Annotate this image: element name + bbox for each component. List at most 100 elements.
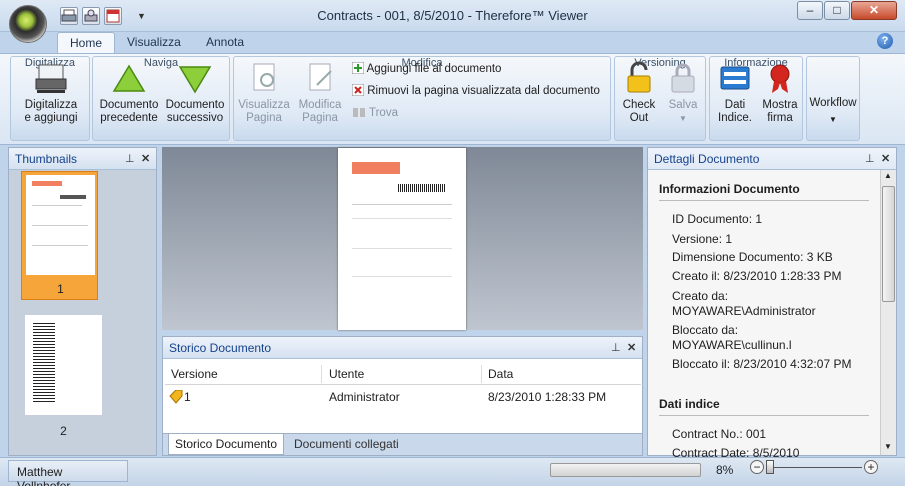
index-contract-no: Contract No.: 001 [672, 427, 767, 441]
zoom-slider-track[interactable] [768, 467, 862, 468]
history-title: Storico Documento [169, 341, 272, 355]
pin-icon[interactable]: ⊥ [611, 341, 621, 354]
table-row[interactable]: 1 Administrator 8/23/2010 1:28:33 PM [165, 387, 641, 407]
index-data-label: Dati Indice. [718, 99, 752, 124]
info-created-on: Creato il: 8/23/2010 1:28:33 PM [672, 269, 842, 283]
index-card-icon [720, 66, 750, 90]
index-heading: Dati indice [659, 397, 720, 411]
edit-page-button[interactable]: Modifica Pagina [292, 61, 348, 125]
thumbnail-2[interactable] [25, 315, 102, 415]
lock-icon [671, 63, 695, 93]
pin-icon[interactable]: ⊥ [125, 152, 135, 165]
window-title: Contracts - 001, 8/5/2010 - Therefore™ V… [317, 8, 588, 23]
next-document-label: Documento successivo [165, 99, 225, 124]
application-menu-orb[interactable] [9, 5, 47, 43]
group-modifica: Visualizza Pagina Modifica Pagina Aggiun… [233, 56, 611, 141]
scrollbar-thumb[interactable] [882, 186, 895, 302]
thumbnails-panel: Thumbnails ⊥ ✕ 1 2 [8, 147, 157, 456]
history-tabs: Storico Documento Documenti collegati [163, 433, 642, 455]
thumbnail-number: 2 [60, 424, 67, 438]
scroll-down-icon[interactable]: ▼ [884, 442, 892, 451]
workflow-dropdown-icon: ▼ [829, 115, 837, 124]
tab-annota[interactable]: Annota [194, 32, 256, 54]
show-signature-label: Mostra firma [762, 99, 798, 124]
tab-history[interactable]: Storico Documento [168, 434, 285, 455]
info-locked-on: Bloccato il: 8/23/2010 4:32:07 PM [672, 357, 852, 371]
pin-icon[interactable]: ⊥ [865, 152, 875, 165]
view-page-label: Visualizza Pagina [238, 99, 290, 124]
digitalizza-button[interactable]: Digitalizza e aggiungi [15, 61, 87, 125]
info-created-by-label: Creato da: [672, 289, 729, 303]
add-file-label: Aggiungi file al documento [366, 63, 502, 75]
info-id: ID Documento: 1 [672, 212, 763, 226]
details-panel: Dettagli Documento ⊥ ✕ Informazioni Docu… [647, 147, 897, 460]
add-file-button[interactable]: Aggiungi file al documento [351, 61, 502, 75]
thumbnail-page-image [26, 175, 95, 275]
info-locked-by: MOYAWARE\cullinun.l [672, 338, 792, 352]
history-table-header: Versione Utente Data [165, 363, 641, 385]
remove-icon [351, 83, 365, 97]
close-panel-icon[interactable]: ✕ [881, 152, 890, 165]
find-button[interactable]: Trova [352, 106, 398, 119]
details-title: Dettagli Documento [654, 152, 760, 166]
zoom-slider-thumb[interactable] [766, 460, 774, 474]
index-data-button[interactable]: Dati Indice. [712, 61, 758, 125]
remove-page-button[interactable]: Rimuovi la pagina visualizzata dal docum… [351, 83, 600, 97]
column-header-version[interactable]: Versione [171, 367, 218, 381]
find-label: Trova [369, 107, 398, 119]
status-user: Matthew Vollnhofer [8, 460, 128, 486]
workflow-label: Workflow [809, 97, 857, 109]
tag-icon [169, 390, 183, 404]
thumbnail-1[interactable]: 1 [21, 171, 98, 300]
tab-home[interactable]: Home [57, 32, 116, 54]
zoom-level: 8% [716, 463, 734, 477]
close-panel-icon[interactable]: ✕ [627, 341, 636, 354]
digitalizza-label: Digitalizza e aggiungi [24, 99, 78, 124]
thumbnail-page-image [33, 323, 55, 403]
scroll-up-icon[interactable]: ▲ [884, 171, 892, 180]
remove-page-label: Rimuovi la pagina visualizzata dal docum… [367, 85, 600, 97]
save-button[interactable]: Salva ▼ [661, 61, 705, 125]
column-header-user[interactable]: Utente [329, 367, 364, 381]
group-naviga: Documento precedente Documento successiv… [92, 56, 230, 141]
row-user: Administrator [329, 390, 400, 404]
minimize-button[interactable]: – [797, 1, 823, 20]
info-created-by: MOYAWARE\Administrator [672, 304, 816, 318]
info-version: Versione: 1 [672, 232, 733, 246]
document-page[interactable] [338, 148, 466, 330]
help-icon[interactable]: ? [877, 33, 893, 49]
tab-visualizza[interactable]: Visualizza [115, 32, 193, 54]
workflow-button[interactable]: Workflow ▼ [806, 56, 860, 141]
edit-page-label: Modifica Pagina [298, 99, 342, 124]
close-panel-icon[interactable]: ✕ [141, 152, 150, 165]
tab-linked-documents[interactable]: Documenti collegati [288, 434, 405, 455]
lock-open-icon [627, 61, 651, 93]
row-version: 1 [184, 390, 191, 404]
progress-bar [550, 463, 701, 477]
scanner-icon [35, 64, 67, 93]
column-header-date[interactable]: Data [488, 367, 513, 381]
close-button[interactable]: ✕ [851, 1, 897, 20]
zoom-out-button[interactable]: − [750, 460, 764, 474]
status-bar: Matthew Vollnhofer 8% − + [0, 457, 905, 486]
triangle-up-icon [112, 64, 146, 92]
previous-document-label: Documento precedente [99, 99, 159, 124]
save-dropdown-icon: ▼ [679, 114, 687, 123]
info-size: Dimensione Documento: 3 KB [672, 250, 833, 264]
details-scrollbar[interactable]: ▲ ▼ [880, 170, 896, 455]
zoom-in-button[interactable]: + [864, 460, 878, 474]
history-header: Storico Documento ⊥ ✕ [163, 337, 642, 359]
view-page-button[interactable]: Visualizza Pagina [236, 61, 292, 125]
previous-document-button[interactable]: Documento precedente [97, 63, 161, 125]
maximize-button[interactable]: □ [824, 1, 850, 20]
group-digitalizza: Digitalizza e aggiungi Digitalizza [10, 56, 90, 141]
checkout-button[interactable]: Check Out [617, 61, 661, 125]
info-locked-by-label: Bloccato da: [672, 323, 739, 337]
page-edit-icon [309, 63, 332, 91]
add-icon [351, 61, 365, 75]
thumbnails-header: Thumbnails ⊥ ✕ [9, 148, 156, 170]
next-document-button[interactable]: Documento successivo [163, 63, 227, 125]
binoculars-icon [353, 108, 365, 117]
info-heading: Informazioni Documento [659, 182, 800, 196]
show-signature-button[interactable]: Mostra firma [758, 61, 802, 125]
